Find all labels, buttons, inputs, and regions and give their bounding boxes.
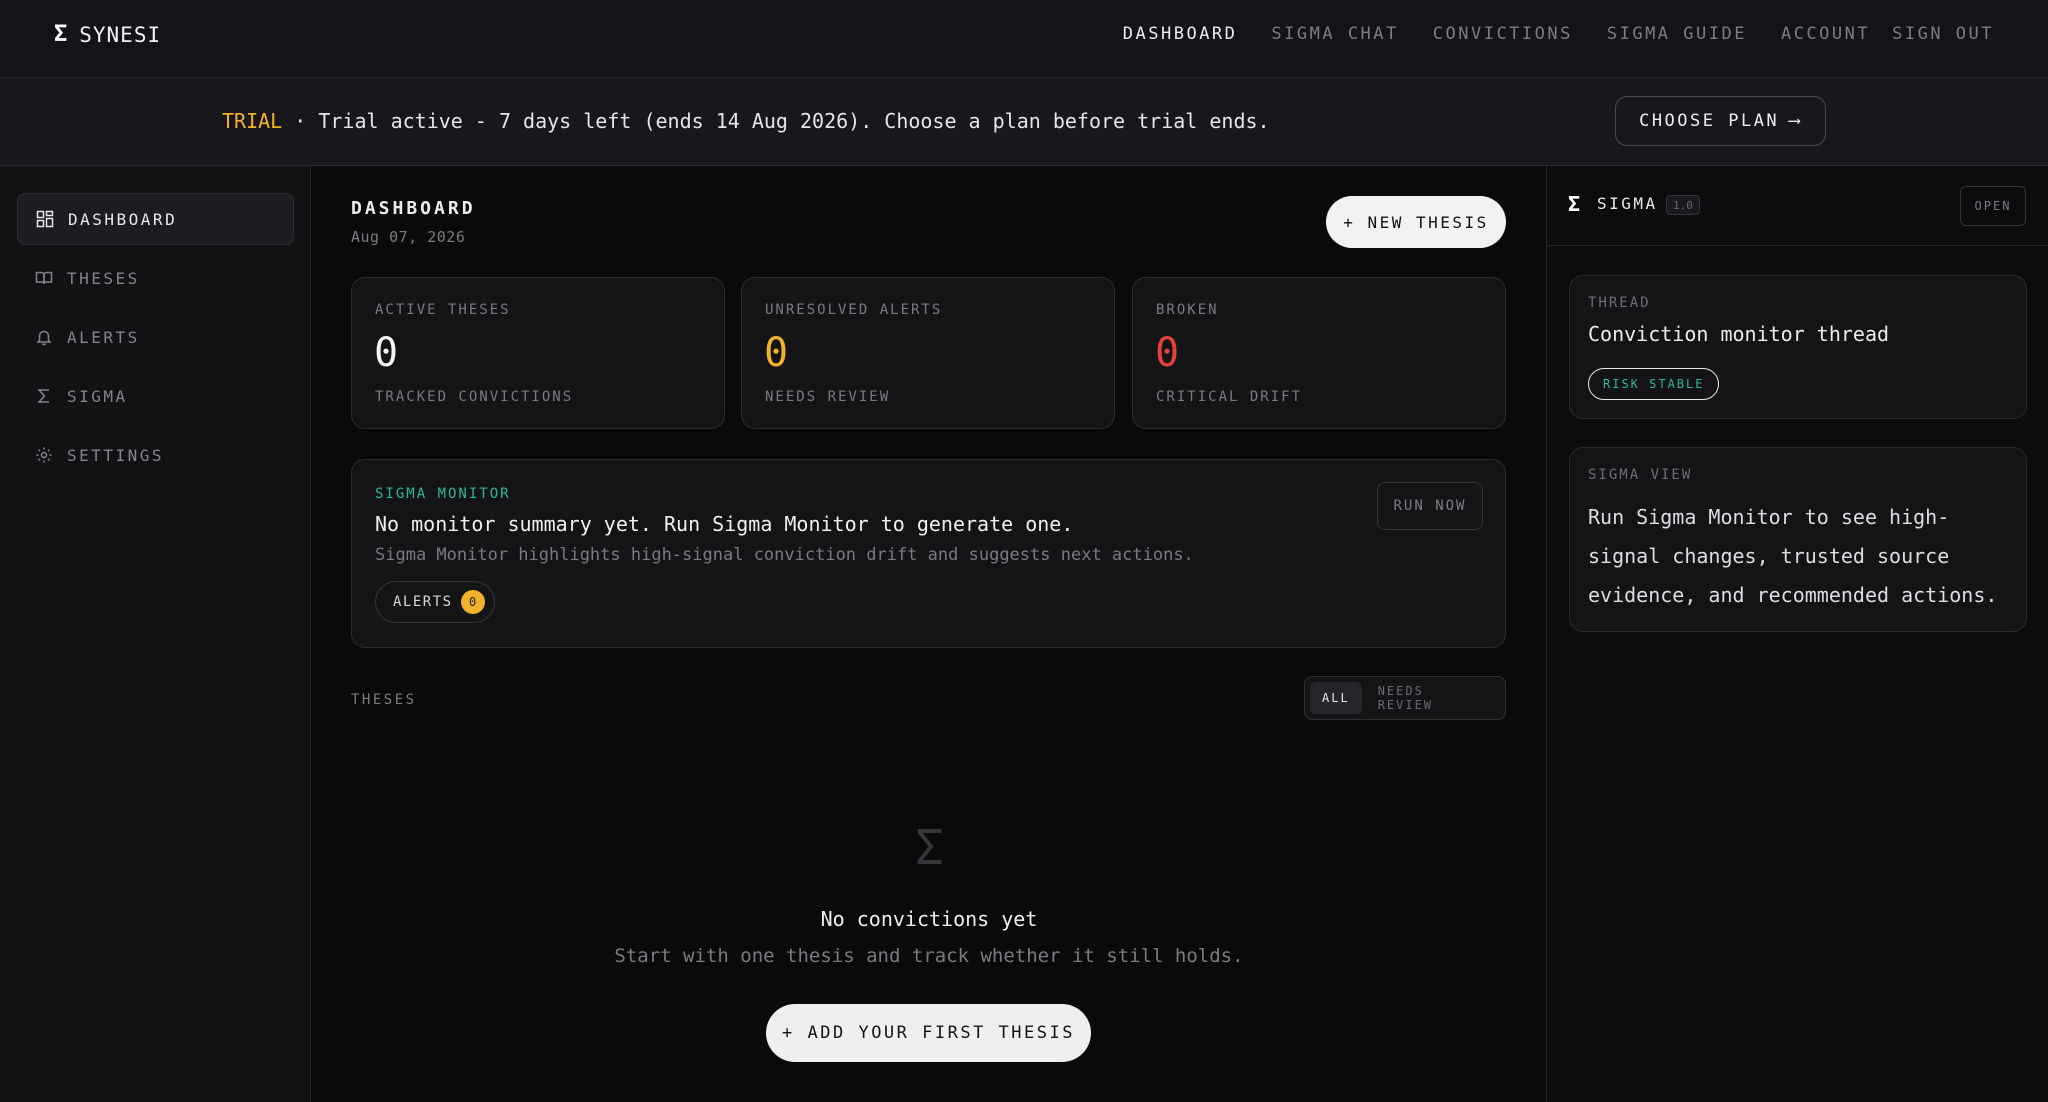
stat-value: 0: [764, 330, 789, 376]
stat-sub: NEEDS REVIEW: [765, 389, 891, 405]
sigma-logo-icon: Σ: [54, 22, 68, 47]
sigma-logo-icon: Σ: [1568, 192, 1581, 216]
monitor-heading: No monitor summary yet. Run Sigma Monito…: [375, 512, 1074, 536]
theses-section-label: THESES: [351, 692, 417, 708]
empty-state-subtitle: Start with one thesis and track whether …: [614, 945, 1244, 967]
trial-message: Trial active - 7 days left (ends 14 Aug …: [318, 109, 1270, 133]
sidebar-item-label: SIGMA: [67, 386, 128, 406]
sigma-monitor-card: SIGMA MONITOR No monitor summary yet. Ru…: [351, 459, 1506, 648]
top-navbar: Σ SYNESI DASHBOARD SIGMA CHAT CONVICTION…: [0, 0, 2048, 78]
nav-sigma-chat[interactable]: SIGMA CHAT: [1271, 24, 1398, 44]
thread-kicker: THREAD: [1588, 295, 1651, 311]
sidebar-item-settings[interactable]: SETTINGS: [17, 429, 294, 481]
gear-icon: [36, 447, 52, 463]
risk-status-badge: RISK STABLE: [1588, 368, 1720, 400]
grid-icon: [36, 210, 54, 228]
trial-banner: TRIAL · Trial active - 7 days left (ends…: [0, 78, 2048, 166]
sigma-icon: Σ: [915, 820, 944, 876]
sigma-view-card: SIGMA VIEW Run Sigma Monitor to see high…: [1569, 447, 2027, 632]
nav-sigma-guide[interactable]: SIGMA GUIDE: [1607, 24, 1747, 44]
add-first-thesis-button[interactable]: + ADD YOUR FIRST THESIS: [766, 1004, 1091, 1062]
sidebar-item-label: ALERTS: [67, 327, 140, 347]
nav-dashboard[interactable]: DASHBOARD: [1123, 24, 1238, 44]
arrow-right-icon: ⟶: [1789, 111, 1802, 131]
book-icon: [35, 271, 53, 285]
version-badge: 1.0: [1666, 195, 1700, 215]
stat-card-active-theses: ACTIVE THESES 0 TRACKED CONVICTIONS: [351, 277, 725, 429]
sidebar-item-sigma[interactable]: SIGMA: [17, 370, 294, 422]
alerts-count-badge: 0: [460, 590, 485, 614]
sigma-icon: [37, 389, 49, 403]
brand-logo[interactable]: Σ SYNESI: [54, 22, 161, 47]
choose-plan-button[interactable]: CHOOSE PLAN ⟶: [1615, 96, 1826, 146]
sidebar-item-dashboard[interactable]: DASHBOARD: [17, 193, 294, 245]
stat-label: ACTIVE THESES: [375, 302, 511, 318]
nav-convictions[interactable]: CONVICTIONS: [1433, 24, 1573, 44]
theses-filter-toggle: ALL NEEDS REVIEW: [1304, 676, 1506, 720]
thread-card[interactable]: THREAD Conviction monitor thread RISK ST…: [1569, 275, 2027, 419]
stat-sub: CRITICAL DRIFT: [1156, 389, 1303, 405]
empty-state-title: No convictions yet: [820, 907, 1038, 931]
trial-tag: TRIAL: [222, 109, 283, 133]
new-thesis-button[interactable]: + NEW THESIS: [1326, 196, 1506, 248]
trial-banner-text: TRIAL · Trial active - 7 days left (ends…: [222, 109, 1270, 133]
monitor-description: Sigma Monitor highlights high-signal con…: [375, 545, 1194, 565]
stat-value: 0: [1155, 330, 1180, 376]
nav-account[interactable]: ACCOUNT: [1781, 24, 1870, 44]
sidebar-item-theses[interactable]: THESES: [17, 252, 294, 304]
stat-value: 0: [374, 330, 399, 376]
alerts-pill-label: ALERTS: [393, 594, 453, 610]
sidebar-item-label: SETTINGS: [67, 445, 165, 465]
sidebar-item-label: DASHBOARD: [68, 209, 178, 229]
filter-all[interactable]: ALL: [1310, 682, 1362, 714]
main-content: DASHBOARD Aug 07, 2026 + NEW THESIS ACTI…: [312, 166, 1546, 1102]
brand-name: SYNESI: [79, 22, 162, 47]
stat-label: BROKEN: [1156, 302, 1219, 318]
page-date: Aug 07, 2026: [351, 228, 466, 246]
monitor-kicker: SIGMA MONITOR: [375, 486, 511, 502]
main-nav: DASHBOARD SIGMA CHAT CONVICTIONS SIGMA G…: [1123, 24, 1994, 44]
stat-sub: TRACKED CONVICTIONS: [375, 389, 574, 405]
choose-plan-label: CHOOSE PLAN: [1639, 111, 1780, 131]
trial-separator: ·: [282, 109, 319, 133]
sidebar-item-alerts[interactable]: ALERTS: [17, 311, 294, 363]
stat-label: UNRESOLVED ALERTS: [765, 302, 943, 318]
nav-sign-out[interactable]: SIGN OUT: [1892, 24, 1994, 44]
sigma-view-kicker: SIGMA VIEW: [1588, 467, 1693, 483]
alerts-pill[interactable]: ALERTS 0: [375, 581, 495, 623]
sigma-panel-title: SIGMA: [1597, 194, 1658, 213]
page-title: DASHBOARD: [351, 198, 476, 219]
thread-title: Conviction monitor thread: [1588, 322, 1890, 346]
sidebar-item-label: THESES: [67, 268, 140, 288]
run-now-button[interactable]: RUN NOW: [1377, 482, 1483, 530]
sigma-panel: Σ SIGMA 1.0 OPEN THREAD Conviction monit…: [1546, 166, 2048, 1102]
sigma-panel-header: Σ SIGMA 1.0 OPEN: [1547, 166, 2048, 246]
sigma-view-text: Run Sigma Monitor to see high-signal cha…: [1588, 505, 1998, 607]
filter-needs-review[interactable]: NEEDS REVIEW: [1366, 682, 1500, 714]
stat-card-broken: BROKEN 0 CRITICAL DRIFT: [1132, 277, 1506, 429]
stat-card-unresolved-alerts: UNRESOLVED ALERTS 0 NEEDS REVIEW: [741, 277, 1115, 429]
bell-icon: [36, 330, 52, 346]
sidebar: DASHBOARD THESES ALERTS SIGMA SETTINGS: [0, 166, 311, 1102]
open-sigma-button[interactable]: OPEN: [1960, 186, 2026, 226]
